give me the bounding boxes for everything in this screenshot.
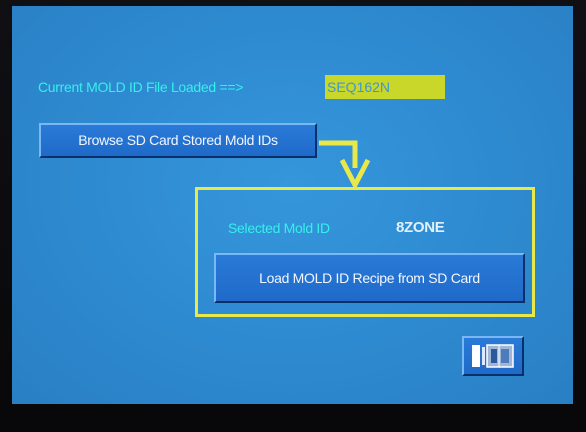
selected-mold-panel: Selected Mold ID 8ZONE Load MOLD ID Reci… [195,187,535,317]
hmi-screen: Current MOLD ID File Loaded ==> SEQ162N … [12,6,573,404]
current-mold-id-value: SEQ162N [325,75,445,99]
monitor-bezel: Current MOLD ID File Loaded ==> SEQ162N … [0,0,586,432]
load-mold-recipe-button[interactable]: Load MOLD ID Recipe from SD Card [214,253,525,303]
exit-button[interactable] [462,336,524,376]
selected-mold-id-label: Selected Mold ID [228,220,330,236]
selected-mold-id-value: 8ZONE [396,219,445,236]
browse-sd-card-button[interactable]: Browse SD Card Stored Mold IDs [39,123,317,158]
door-exit-icon [472,344,514,368]
current-mold-id-label: Current MOLD ID File Loaded ==> [38,79,244,95]
